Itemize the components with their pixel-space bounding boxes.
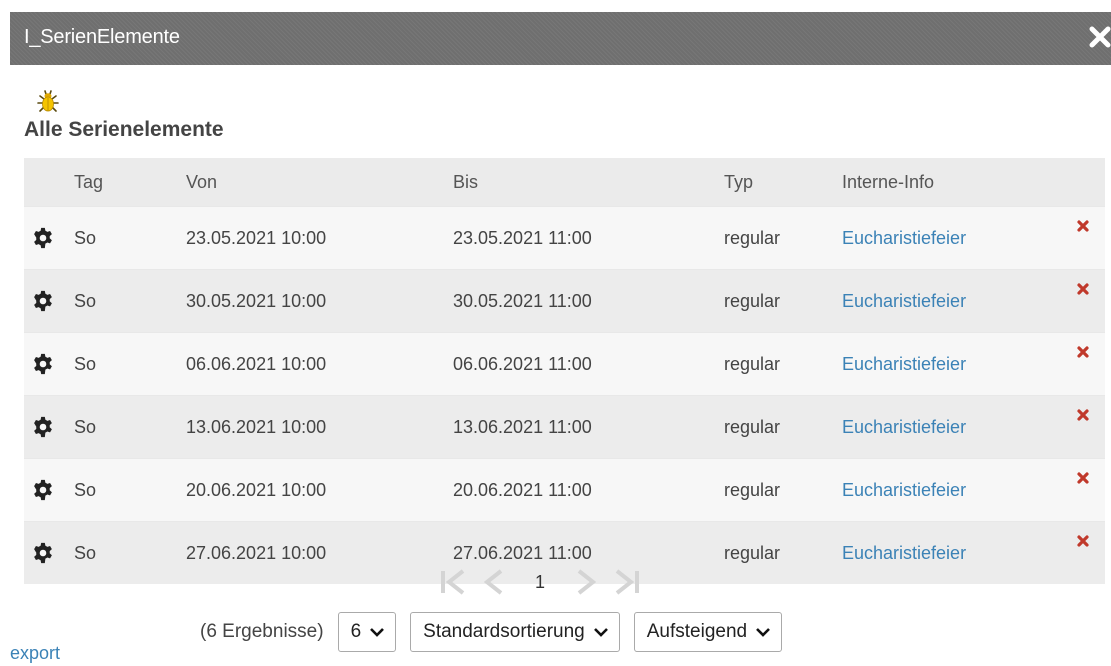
- delete-icon[interactable]: [1076, 471, 1090, 485]
- cell-tag: So: [74, 269, 186, 333]
- cell-tag: So: [74, 332, 186, 396]
- chevron-down-icon: [756, 628, 771, 637]
- table-header-row: Tag Von Bis Typ Interne-Info: [24, 158, 1105, 207]
- cell-typ: regular: [724, 458, 842, 522]
- cell-typ: regular: [724, 521, 842, 584]
- gear-icon[interactable]: [32, 353, 54, 375]
- cell-delete: [1076, 521, 1105, 584]
- cell-interne-info: Eucharistiefeier: [842, 395, 1076, 459]
- cell-interne-info: Eucharistiefeier: [842, 269, 1076, 333]
- row-actions: [24, 395, 74, 459]
- cell-delete: [1076, 269, 1105, 333]
- page-size-select[interactable]: 6: [337, 612, 397, 652]
- header-interne-info[interactable]: Interne-Info: [842, 158, 1076, 207]
- info-link[interactable]: Eucharistiefeier: [842, 291, 966, 311]
- direction-select[interactable]: Aufsteigend: [633, 612, 783, 652]
- cell-typ: regular: [724, 395, 842, 459]
- cell-delete: [1076, 458, 1105, 522]
- header-tag[interactable]: Tag: [74, 158, 186, 207]
- chevron-down-icon: [370, 628, 385, 637]
- cell-delete: [1076, 332, 1105, 396]
- export-link[interactable]: export: [10, 643, 60, 664]
- page-size-value: 6: [350, 621, 362, 642]
- info-link[interactable]: Eucharistiefeier: [842, 480, 966, 500]
- cell-tag: So: [74, 395, 186, 459]
- chevron-down-icon: [593, 628, 608, 637]
- cell-bis: 13.06.2021 11:00: [453, 395, 724, 459]
- cell-typ: regular: [724, 206, 842, 270]
- delete-icon[interactable]: [1076, 282, 1090, 296]
- cell-bis: 30.05.2021 11:00: [453, 269, 724, 333]
- cell-von: 13.06.2021 10:00: [186, 395, 453, 459]
- cell-interne-info: Eucharistiefeier: [842, 206, 1076, 270]
- cell-bis: 06.06.2021 11:00: [453, 332, 724, 396]
- cell-von: 27.06.2021 10:00: [186, 521, 453, 584]
- header-von[interactable]: Von: [186, 158, 453, 207]
- first-page-icon[interactable]: [434, 565, 474, 599]
- section-heading: Alle Serienelemente: [24, 118, 224, 141]
- cell-interne-info: Eucharistiefeier: [842, 458, 1076, 522]
- window-title: I_SerienElemente: [24, 26, 180, 48]
- cell-interne-info: Eucharistiefeier: [842, 332, 1076, 396]
- gear-icon[interactable]: [32, 227, 54, 249]
- prev-page-icon[interactable]: [474, 565, 514, 599]
- table-row: So 20.06.2021 10:00 20.06.2021 11:00 regula…: [24, 458, 1105, 522]
- gear-icon[interactable]: [32, 290, 54, 312]
- cell-tag: So: [74, 458, 186, 522]
- cell-delete: [1076, 206, 1105, 270]
- result-count: (6 Ergebnisse): [200, 621, 324, 642]
- list-controls: (6 Ergebnisse) 6 Standardsortierung Aufs…: [200, 612, 783, 652]
- table-row: So 13.06.2021 10:00 13.06.2021 11:00 regula…: [24, 395, 1105, 459]
- info-link[interactable]: Eucharistiefeier: [842, 228, 966, 248]
- header-bis[interactable]: Bis: [453, 158, 724, 207]
- row-actions: [24, 206, 74, 270]
- row-actions: [24, 332, 74, 396]
- row-actions: [24, 521, 74, 584]
- table-row: So 06.06.2021 10:00 06.06.2021 11:00 regula…: [24, 332, 1105, 396]
- delete-icon[interactable]: [1076, 408, 1090, 422]
- sort-order-select[interactable]: Standardsortierung: [410, 612, 620, 652]
- delete-icon[interactable]: [1076, 534, 1090, 548]
- cell-bis: 20.06.2021 11:00: [453, 458, 724, 522]
- gear-icon[interactable]: [32, 416, 54, 438]
- info-link[interactable]: Eucharistiefeier: [842, 543, 966, 563]
- cell-typ: regular: [724, 269, 842, 333]
- row-actions: [24, 458, 74, 522]
- table-row: So 23.05.2021 10:00 23.05.2021 11:00 regula…: [24, 206, 1105, 270]
- info-link[interactable]: Eucharistiefeier: [842, 354, 966, 374]
- pagination: 1: [434, 564, 646, 600]
- cell-typ: regular: [724, 332, 842, 396]
- cell-von: 30.05.2021 10:00: [186, 269, 453, 333]
- cell-von: 23.05.2021 10:00: [186, 206, 453, 270]
- bug-icon: [37, 90, 59, 112]
- current-page[interactable]: 1: [514, 572, 566, 593]
- delete-icon[interactable]: [1076, 219, 1090, 233]
- header-typ[interactable]: Typ: [724, 158, 842, 207]
- cell-tag: So: [74, 206, 186, 270]
- gear-icon[interactable]: [32, 542, 54, 564]
- last-page-icon[interactable]: [606, 565, 646, 599]
- info-link[interactable]: Eucharistiefeier: [842, 417, 966, 437]
- header-delete: [1076, 158, 1105, 207]
- sort-order-value: Standardsortierung: [423, 621, 585, 642]
- cell-delete: [1076, 395, 1105, 459]
- window-titlebar: I_SerienElemente: [10, 12, 1111, 65]
- cell-von: 06.06.2021 10:00: [186, 332, 453, 396]
- series-table: Tag Von Bis Typ Interne-Info So 23.05.202…: [24, 158, 1105, 584]
- cell-tag: So: [74, 521, 186, 584]
- gear-icon[interactable]: [32, 479, 54, 501]
- close-icon[interactable]: [1087, 24, 1111, 50]
- next-page-icon[interactable]: [566, 565, 606, 599]
- direction-value: Aufsteigend: [646, 621, 748, 642]
- cell-bis: 23.05.2021 11:00: [453, 206, 724, 270]
- cell-interne-info: Eucharistiefeier: [842, 521, 1076, 584]
- table-row: So 30.05.2021 10:00 30.05.2021 11:00 regula…: [24, 269, 1105, 333]
- header-actions: [24, 158, 74, 207]
- delete-icon[interactable]: [1076, 345, 1090, 359]
- row-actions: [24, 269, 74, 333]
- cell-von: 20.06.2021 10:00: [186, 458, 453, 522]
